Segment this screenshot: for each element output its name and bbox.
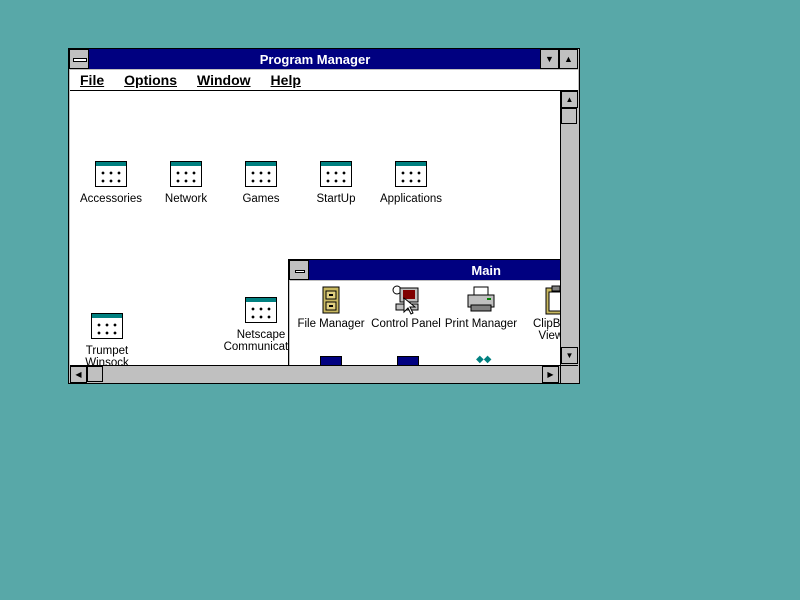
- program-icon-clipbook-viewer[interactable]: ClipBook Viewer: [516, 284, 560, 342]
- clipboard-icon: [540, 284, 560, 316]
- menu-file[interactable]: File: [80, 72, 104, 88]
- main-title: Main: [471, 262, 501, 278]
- program-label: ClipBook Viewer: [532, 318, 560, 342]
- group-icon-games[interactable]: Games: [218, 161, 304, 205]
- program-group-icon: [395, 161, 427, 187]
- scroll-left-button[interactable]: ◀: [70, 366, 87, 383]
- main-group-window: Main File Manager Control Panel Print Ma…: [288, 259, 560, 365]
- main-system-menu-button[interactable]: [289, 260, 309, 280]
- scrollbar-corner: [560, 365, 578, 383]
- minimize-button[interactable]: ▼: [540, 49, 559, 69]
- program-manager-client-area: Accessories Network Games StartUp Applic…: [70, 91, 560, 365]
- partial-program-icon[interactable]: [320, 356, 342, 365]
- program-group-icon: [245, 297, 277, 323]
- vertical-scroll-thumb[interactable]: [561, 108, 577, 124]
- scroll-right-button[interactable]: ▶: [542, 366, 559, 383]
- program-group-icon: [245, 161, 277, 187]
- control-panel-icon: [390, 284, 422, 316]
- main-client-area: File Manager Control Panel Print Manager: [290, 281, 560, 365]
- group-label: Games: [242, 193, 280, 205]
- program-group-icon: [95, 161, 127, 187]
- group-icon-network[interactable]: Network: [143, 161, 229, 205]
- group-icon-applications[interactable]: Applications: [368, 161, 454, 205]
- group-label: Network: [164, 193, 208, 205]
- group-label: StartUp: [316, 193, 356, 205]
- group-icon-accessories[interactable]: Accessories: [70, 161, 154, 205]
- menu-options[interactable]: Options: [124, 72, 177, 88]
- file-cabinet-icon: [315, 284, 347, 316]
- menu-bar: File Options Window Help: [70, 70, 578, 91]
- main-titlebar[interactable]: Main: [309, 260, 560, 280]
- program-group-icon: [91, 313, 123, 339]
- maximize-button[interactable]: ▲: [559, 49, 578, 69]
- vertical-scrollbar[interactable]: ▲ ▼: [560, 91, 578, 365]
- partial-program-icon[interactable]: ◆◆: [476, 354, 491, 365]
- program-manager-window: Program Manager ▼ ▲ File Options Window …: [68, 48, 580, 384]
- group-icon-trumpet-winsock[interactable]: Trumpet Winsock: [70, 313, 146, 365]
- scroll-up-button[interactable]: ▲: [561, 91, 578, 108]
- window-title: Program Manager: [259, 51, 371, 67]
- horizontal-scroll-thumb[interactable]: [87, 366, 103, 382]
- partial-program-icon[interactable]: [397, 356, 419, 365]
- program-group-icon: [170, 161, 202, 187]
- program-group-icon: [320, 161, 352, 187]
- system-menu-button[interactable]: [69, 49, 89, 69]
- menu-help[interactable]: Help: [271, 72, 301, 88]
- program-icon-file-manager[interactable]: File Manager: [291, 284, 371, 330]
- group-icon-startup[interactable]: StartUp: [293, 161, 379, 205]
- group-label: Trumpet Winsock: [85, 345, 129, 365]
- program-icon-print-manager[interactable]: Print Manager: [441, 284, 521, 330]
- program-icon-control-panel[interactable]: Control Panel: [366, 284, 446, 330]
- menu-window[interactable]: Window: [197, 72, 251, 88]
- program-label: Print Manager: [444, 318, 518, 330]
- program-label: File Manager: [297, 318, 365, 330]
- group-label: Applications: [379, 193, 442, 205]
- scroll-down-button[interactable]: ▼: [561, 347, 578, 364]
- program-manager-titlebar[interactable]: Program Manager: [89, 49, 541, 69]
- group-label: Accessories: [80, 193, 142, 205]
- printer-icon: [465, 284, 497, 316]
- horizontal-scrollbar[interactable]: ◀ ▶: [70, 365, 560, 383]
- program-label: Control Panel: [371, 318, 441, 330]
